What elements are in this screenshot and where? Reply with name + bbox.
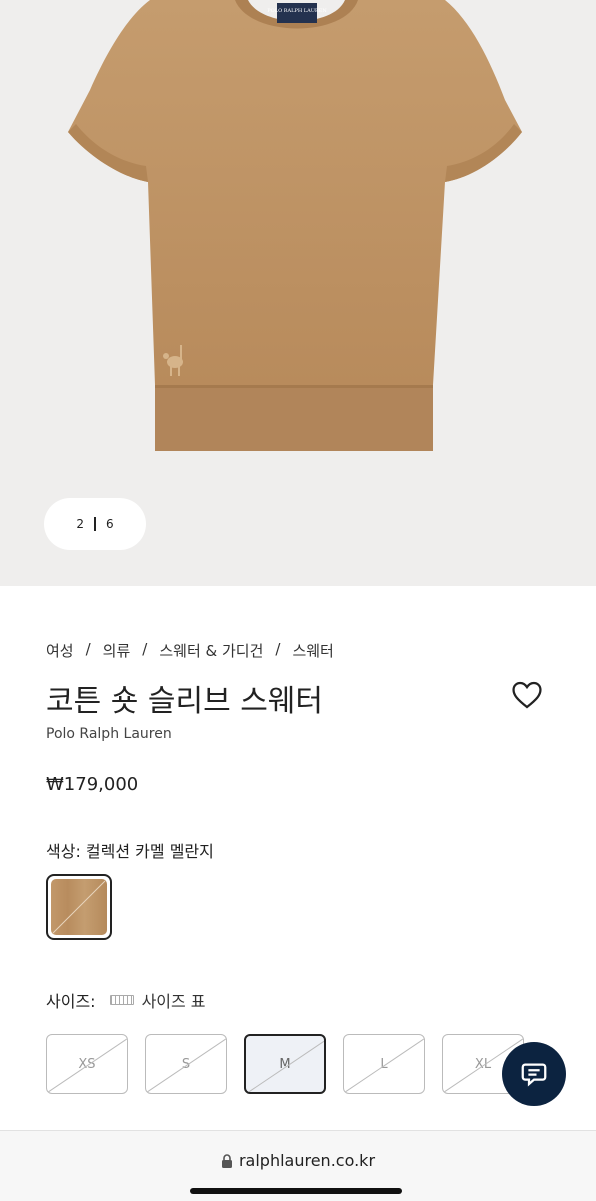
unavailable-strike — [344, 1036, 424, 1093]
unavailable-strike — [146, 1036, 226, 1093]
home-indicator[interactable] — [190, 1188, 402, 1194]
product-title: 코튼 숏 슬리브 스웨터 — [46, 684, 324, 719]
size-chart-link[interactable]: 사이즈 표 — [109, 988, 206, 1012]
size-option-l[interactable]: L — [343, 1034, 425, 1094]
breadcrumb-separator: / — [275, 640, 281, 658]
swatch-fill — [51, 879, 107, 935]
wishlist-heart-icon[interactable] — [510, 678, 544, 712]
brand-label-text: POLO RALPH LAUREN — [267, 8, 327, 14]
size-row: 사이즈: 사이즈 표 — [46, 988, 206, 1012]
breadcrumb-separator: / — [142, 640, 148, 658]
size-option-m[interactable]: M — [244, 1034, 326, 1094]
breadcrumb-item-sweaters-cardigans[interactable]: 스웨터 & 가디건 — [159, 640, 263, 661]
size-chart-text: 사이즈 표 — [141, 992, 206, 1011]
unavailable-strike — [246, 1037, 324, 1092]
product-image[interactable]: POLO RALPH LAUREN 2 6 — [0, 0, 596, 586]
product-price: ₩179,000 — [46, 774, 139, 795]
color-swatch-camel-melange[interactable] — [46, 874, 112, 940]
ruler-icon — [109, 995, 134, 1005]
lock-icon — [221, 1153, 232, 1168]
brand-name[interactable]: Polo Ralph Lauren — [46, 726, 172, 742]
counter-divider — [94, 517, 96, 531]
url-text: ralphlauren.co.kr — [238, 1151, 376, 1170]
swatch-strike — [52, 880, 106, 934]
size-label: 사이즈: — [46, 992, 96, 1011]
size-option-xs[interactable]: XS — [46, 1034, 128, 1094]
color-label: 색상: 컬렉션 카멜 멜란지 — [46, 842, 214, 861]
breadcrumb-item-sweaters[interactable]: 스웨터 — [292, 640, 333, 661]
chat-icon — [521, 1063, 547, 1087]
chat-button[interactable] — [502, 1042, 566, 1106]
breadcrumb-separator: / — [85, 640, 91, 658]
breadcrumb-item-women[interactable]: 여성 — [46, 640, 74, 661]
size-option-s[interactable]: S — [145, 1034, 227, 1094]
size-options: XS S M L XL — [46, 1034, 524, 1094]
breadcrumb-item-clothing[interactable]: 의류 — [103, 640, 131, 661]
breadcrumb: 여성 / 의류 / 스웨터 & 가디건 / 스웨터 — [46, 640, 334, 661]
total-images: 6 — [106, 517, 114, 531]
current-image-index: 2 — [76, 517, 84, 531]
image-counter: 2 6 — [44, 498, 146, 550]
url-display[interactable]: ralphlauren.co.kr — [0, 1151, 596, 1170]
unavailable-strike — [47, 1036, 127, 1093]
